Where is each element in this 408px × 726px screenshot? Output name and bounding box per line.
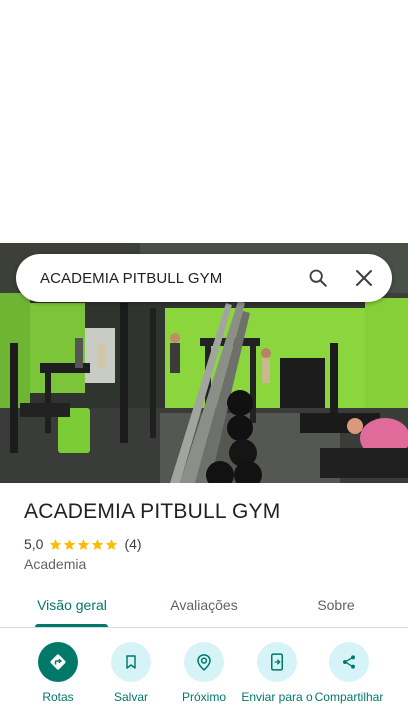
- search-input[interactable]: ACADEMIA PITBULL GYM: [16, 270, 298, 287]
- send-to-phone-icon: [257, 642, 297, 682]
- place-category: Academia: [24, 556, 87, 572]
- nearby-label: Próximo: [181, 690, 226, 704]
- tab-overview[interactable]: Visão geral: [24, 583, 120, 627]
- directions-label: Rotas: [42, 690, 74, 704]
- active-tab-indicator: [35, 624, 108, 627]
- search-icon[interactable]: [298, 258, 338, 298]
- tab-bar: Visão geral Avaliações Sobre: [0, 583, 408, 628]
- star-icon: [106, 538, 118, 550]
- directions-icon: [38, 642, 78, 682]
- directions-button[interactable]: Rotas: [21, 642, 95, 704]
- map-area[interactable]: [0, 0, 408, 243]
- star-icon: [78, 538, 90, 550]
- share-icon: [329, 642, 369, 682]
- star-icon: [64, 538, 76, 550]
- send-to-phone-label: Enviar para o: [241, 690, 313, 704]
- send-to-phone-button[interactable]: Enviar para o: [240, 642, 314, 704]
- star-icon: [92, 538, 104, 550]
- bookmark-icon: [111, 642, 151, 682]
- star-icon: [50, 538, 62, 550]
- save-button[interactable]: Salvar: [94, 642, 168, 704]
- review-count[interactable]: (4): [124, 536, 141, 552]
- rating-row[interactable]: 5,0 (4): [24, 536, 142, 552]
- nearby-icon: [184, 642, 224, 682]
- search-bar[interactable]: ACADEMIA PITBULL GYM: [16, 254, 392, 302]
- rating-value: 5,0: [24, 536, 44, 552]
- star-rating: [49, 538, 119, 551]
- action-bar: Rotas Salvar Próximo Enviar para o Compa…: [0, 642, 408, 726]
- place-title: ACADEMIA PITBULL GYM: [24, 500, 281, 523]
- close-icon[interactable]: [344, 258, 384, 298]
- tab-reviews[interactable]: Avaliações: [150, 583, 258, 627]
- share-button[interactable]: Compartilhar: [312, 642, 386, 704]
- save-label: Salvar: [113, 690, 148, 704]
- share-label: Compartilhar: [314, 690, 384, 704]
- nearby-button[interactable]: Próximo: [167, 642, 241, 704]
- tab-about[interactable]: Sobre: [290, 583, 382, 627]
